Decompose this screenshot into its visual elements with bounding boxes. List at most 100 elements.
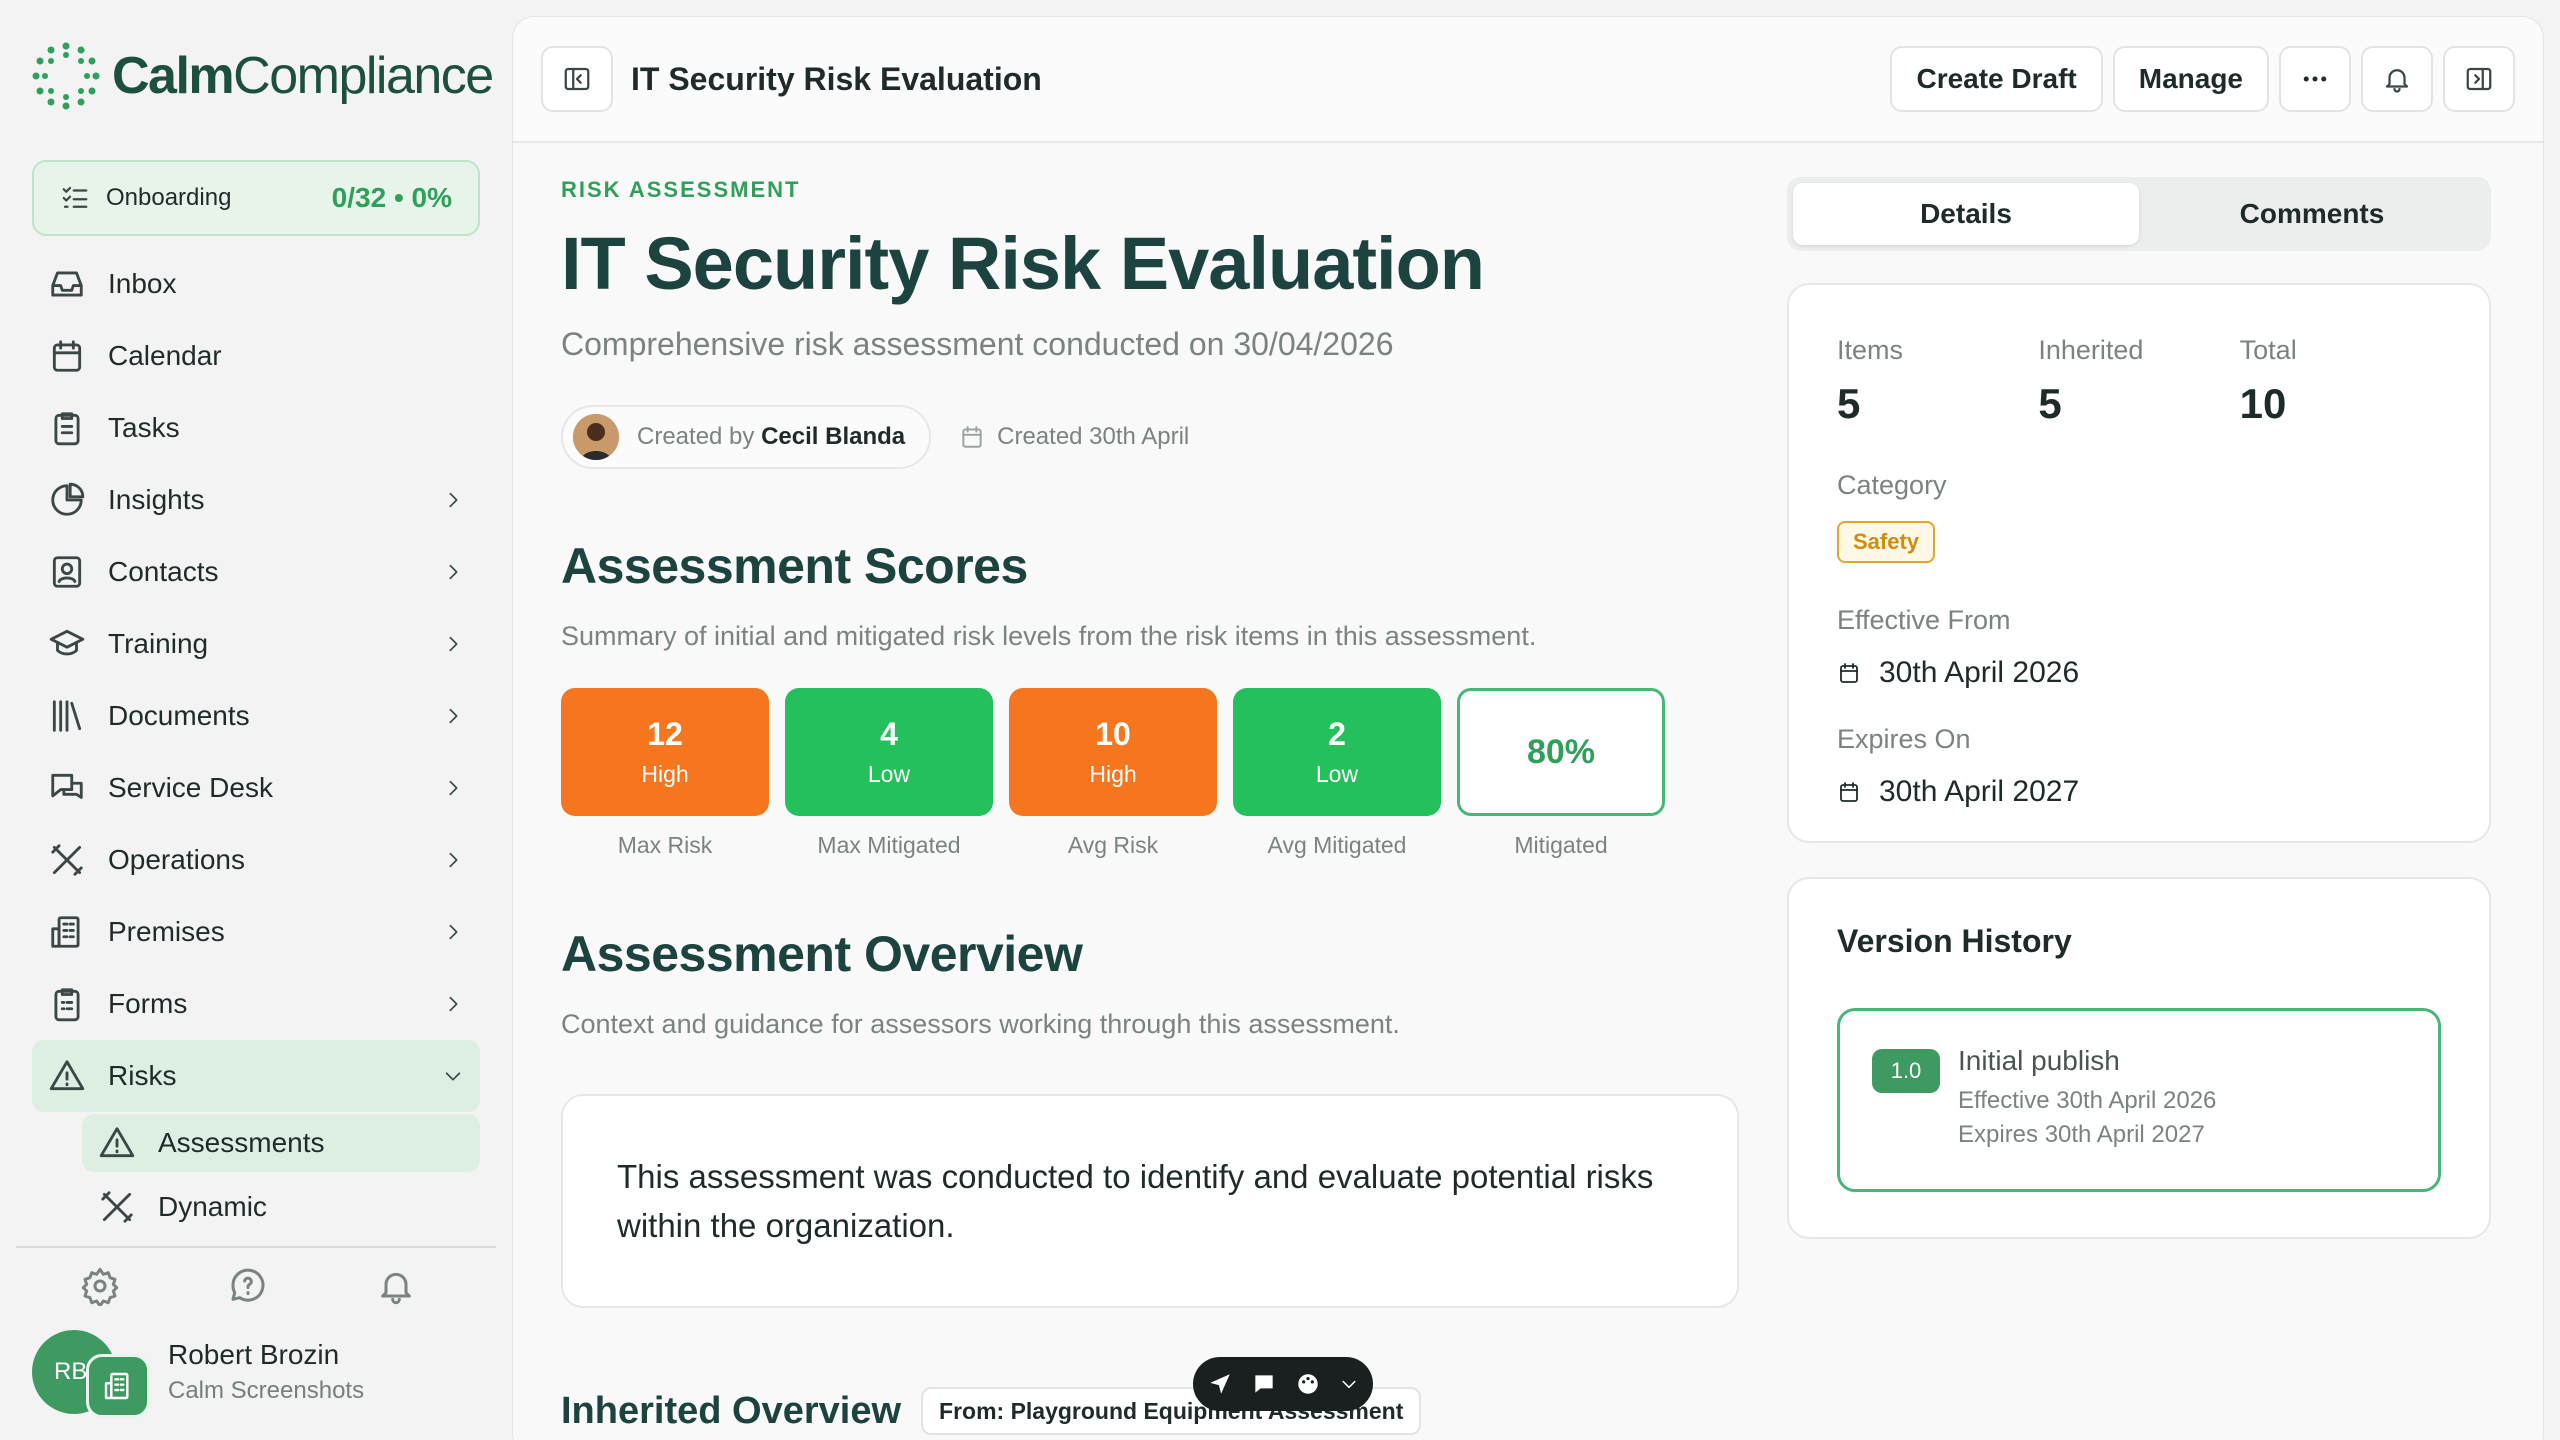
nav-label: Inbox <box>108 268 177 299</box>
score-card-max-mitigated[interactable]: 4 Low Max Mitigated <box>785 688 993 859</box>
nav-item-training[interactable]: Training <box>32 608 480 680</box>
sidebar-collapse-icon <box>564 67 590 91</box>
bell-icon[interactable] <box>376 1266 416 1306</box>
logo-icon <box>32 42 100 110</box>
calendar-icon <box>52 340 82 372</box>
ellipsis-icon <box>2303 76 2327 82</box>
sidebar-footer <box>80 1266 416 1306</box>
comment-icon[interactable] <box>1251 1371 1277 1397</box>
help-icon[interactable] <box>228 1266 268 1306</box>
subnav-item-dynamic[interactable]: Dynamic <box>82 1178 480 1236</box>
version-effective: Effective 30th April 2026 <box>1958 1087 2217 1114</box>
toggle-sidebar-button[interactable] <box>541 46 613 112</box>
chevron-right-icon <box>449 780 458 796</box>
user-profile[interactable]: RB Robert Brozin Calm Screenshots <box>32 1330 365 1418</box>
pie-chart-icon <box>51 482 85 516</box>
top-bar: IT Security Risk Evaluation Create Draft… <box>513 17 2543 143</box>
content-area: RISK ASSESSMENT IT Security Risk Evaluat… <box>561 177 1741 1308</box>
subnav-label: Assessments <box>158 1127 325 1158</box>
manage-button[interactable]: Manage <box>2112 46 2269 112</box>
overview-text-card: This assessment was conducted to identif… <box>561 1094 1739 1308</box>
graduation-cap-icon <box>49 629 85 656</box>
brand-logo[interactable]: CalmCompliance <box>30 40 494 112</box>
bell-icon <box>2385 69 2409 93</box>
subnav-label: Dynamic <box>158 1191 267 1222</box>
page-title: IT Security Risk Evaluation <box>561 222 1485 305</box>
org-badge <box>86 1354 150 1418</box>
nav-item-insights[interactable]: Insights <box>32 464 480 536</box>
panel-right-icon <box>2466 67 2492 91</box>
onboarding-count: 0/32 • 0% <box>331 182 452 213</box>
main-nav: Inbox Calendar Tasks Insights Contacts T… <box>32 248 480 1242</box>
score-card-max-risk[interactable]: 12 High Max Risk <box>561 688 769 859</box>
version-expires: Expires 30th April 2027 <box>1958 1121 2205 1148</box>
notifications-button[interactable] <box>2361 46 2433 112</box>
tools-icon <box>51 844 83 876</box>
nav-label: Documents <box>108 700 250 731</box>
nav-item-premises[interactable]: Premises <box>32 896 480 968</box>
nav-item-calendar[interactable]: Calendar <box>32 320 480 392</box>
overview-section-title: Assessment Overview <box>561 926 1083 982</box>
nav-item-documents[interactable]: Documents <box>32 680 480 752</box>
chevron-right-icon <box>449 636 458 652</box>
user-org: Calm Screenshots <box>168 1377 365 1404</box>
expires-on-value: 30th April 2027 <box>1837 775 2441 809</box>
inherited-overview-title: Inherited Overview <box>561 1389 902 1432</box>
tab-details[interactable]: Details <box>1793 183 2139 245</box>
chat-bubbles-icon <box>51 773 83 799</box>
nav-label: Premises <box>108 916 225 947</box>
overview-body: This assessment was conducted to identif… <box>617 1157 1654 1245</box>
nav-item-forms[interactable]: Forms <box>32 968 480 1040</box>
page-eyebrow: RISK ASSESSMENT <box>561 177 801 202</box>
brand-name: CalmCompliance <box>112 47 494 105</box>
more-options-button[interactable] <box>2279 46 2351 112</box>
warning-icon <box>49 1060 85 1091</box>
send-icon[interactable] <box>1207 1371 1233 1397</box>
chevron-down-icon[interactable] <box>1339 1374 1359 1394</box>
nav-label: Operations <box>108 844 245 875</box>
palette-icon[interactable] <box>1295 1371 1321 1397</box>
created-by-pill[interactable]: Created by Cecil Blanda <box>561 405 932 469</box>
scores-section-description: Summary of initial and mitigated risk le… <box>561 621 1537 651</box>
chevron-right-icon <box>449 996 458 1012</box>
create-draft-button[interactable]: Create Draft <box>1890 46 2103 112</box>
onboarding-progress[interactable]: Onboarding 0/32 • 0% <box>32 160 480 236</box>
details-card: Items 5 Inherited 5 Total 10 Category Safet… <box>1787 283 2491 843</box>
warning-icon <box>99 1127 135 1158</box>
nav-item-risks[interactable]: Risks <box>32 1040 480 1112</box>
version-entry[interactable]: 1.0 Initial publish Effective 30th April… <box>1837 1008 2441 1192</box>
settings-gear-icon[interactable] <box>80 1266 120 1306</box>
nav-item-contacts[interactable]: Contacts <box>32 536 480 608</box>
stat-items: Items 5 <box>1837 335 1904 427</box>
nav-item-service-desk[interactable]: Service Desk <box>32 752 480 824</box>
chevron-right-icon <box>449 564 458 580</box>
nav-item-inbox[interactable]: Inbox <box>32 248 480 320</box>
tools-icon <box>101 1191 133 1223</box>
sidebar: CalmCompliance Onboarding 0/32 • 0% Inbo… <box>0 0 512 1440</box>
onboarding-label: Onboarding <box>106 184 232 211</box>
user-name: Robert Brozin <box>168 1339 340 1370</box>
calendar-icon <box>1840 782 1858 802</box>
tab-comments[interactable]: Comments <box>2139 183 2485 245</box>
calendar-icon <box>1840 663 1858 683</box>
subnav-item-assessments[interactable]: Assessments <box>82 1114 480 1172</box>
version-history-title: Version History <box>1837 923 2072 959</box>
building-icon <box>51 916 80 948</box>
score-card-mitigated-percent[interactable]: 80% Mitigated <box>1457 688 1665 859</box>
scores-section-title: Assessment Scores <box>561 538 1028 594</box>
library-icon <box>52 700 82 732</box>
nav-item-operations[interactable]: Operations <box>32 824 480 896</box>
toggle-panel-button[interactable] <box>2443 46 2515 112</box>
score-card-avg-mitigated[interactable]: 2 Low Avg Mitigated <box>1233 688 1441 859</box>
sidebar-divider <box>16 1246 496 1248</box>
stat-total: Total 10 <box>2239 335 2297 427</box>
clipboard-icon <box>54 412 80 446</box>
category-badge: Safety <box>1837 521 1936 563</box>
building-icon <box>104 1372 129 1400</box>
nav-item-tasks[interactable]: Tasks <box>32 392 480 464</box>
effective-from-label: Effective From <box>1837 605 2011 635</box>
score-card-avg-risk[interactable]: 10 High Avg Risk <box>1009 688 1217 859</box>
contact-book-icon <box>52 556 82 588</box>
inbox-icon <box>51 271 83 297</box>
chevron-right-icon <box>449 708 458 724</box>
